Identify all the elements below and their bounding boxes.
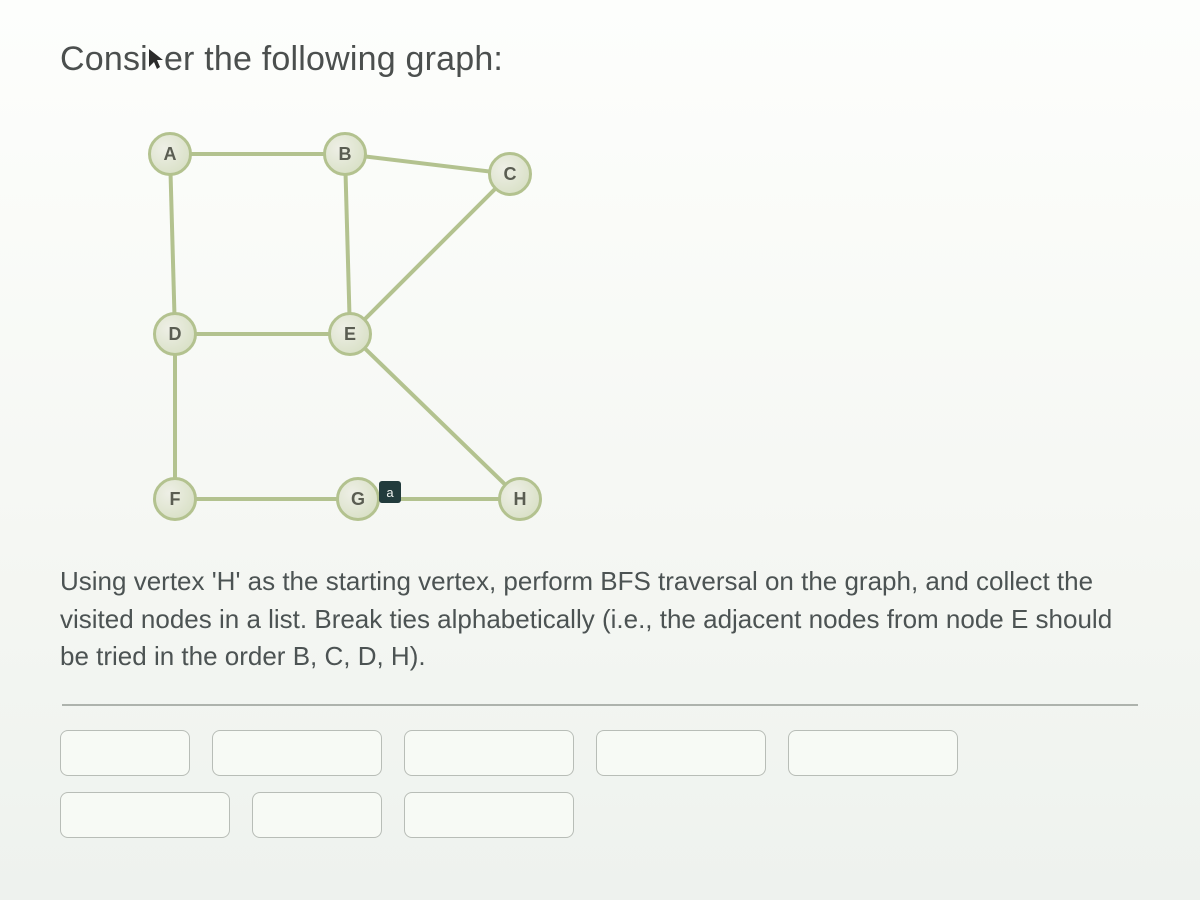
node-label: D xyxy=(169,324,182,345)
node-label: C xyxy=(504,164,517,185)
edge-E-C xyxy=(350,174,510,334)
node-label: A xyxy=(164,144,177,165)
node-A: A xyxy=(148,132,192,176)
edge-B-E xyxy=(345,154,350,334)
node-D: D xyxy=(153,312,197,356)
answer-box[interactable] xyxy=(212,730,382,776)
answer-box[interactable] xyxy=(788,730,958,776)
node-label: E xyxy=(344,324,356,345)
node-label: G xyxy=(351,489,365,510)
answer-input-4[interactable] xyxy=(607,737,759,771)
edge-A-D xyxy=(170,154,175,334)
node-F: F xyxy=(153,477,197,521)
answer-box[interactable] xyxy=(252,792,382,838)
node-label: B xyxy=(339,144,352,165)
edge-B-C xyxy=(345,154,510,174)
answer-box[interactable] xyxy=(60,730,190,776)
question-text: Using vertex 'H' as the starting vertex,… xyxy=(60,563,1120,676)
badge-a: a xyxy=(379,481,401,503)
badge-label: a xyxy=(386,485,393,500)
answer-box[interactable] xyxy=(60,792,230,838)
edge-E-H xyxy=(350,334,520,499)
node-C: C xyxy=(488,152,532,196)
answer-input-8[interactable] xyxy=(415,799,567,833)
node-E: E xyxy=(328,312,372,356)
answer-input-3[interactable] xyxy=(415,737,567,771)
node-H: H xyxy=(498,477,542,521)
answer-box[interactable] xyxy=(404,792,574,838)
node-label: H xyxy=(514,489,527,510)
answer-input-2[interactable] xyxy=(223,737,375,771)
title-suffix: er the following graph: xyxy=(164,40,503,78)
answer-input-5[interactable] xyxy=(799,737,951,771)
title-prefix: Consi xyxy=(60,40,148,78)
node-B: B xyxy=(323,132,367,176)
node-label: F xyxy=(170,489,181,510)
page-title: Consi er the following graph: xyxy=(60,40,1140,79)
answer-input-1[interactable] xyxy=(71,737,183,771)
answer-box[interactable] xyxy=(596,730,766,776)
node-G: G xyxy=(336,477,380,521)
graph-diagram: A B C D E F G H a xyxy=(90,109,610,539)
cursor-icon xyxy=(146,43,166,82)
answer-box[interactable] xyxy=(404,730,574,776)
quiz-page: Consi er the following graph: A B C D E F… xyxy=(0,0,1200,900)
answer-row xyxy=(60,730,1120,838)
answer-input-6[interactable] xyxy=(71,799,223,833)
answer-input-7[interactable] xyxy=(263,799,375,833)
divider xyxy=(62,704,1138,706)
